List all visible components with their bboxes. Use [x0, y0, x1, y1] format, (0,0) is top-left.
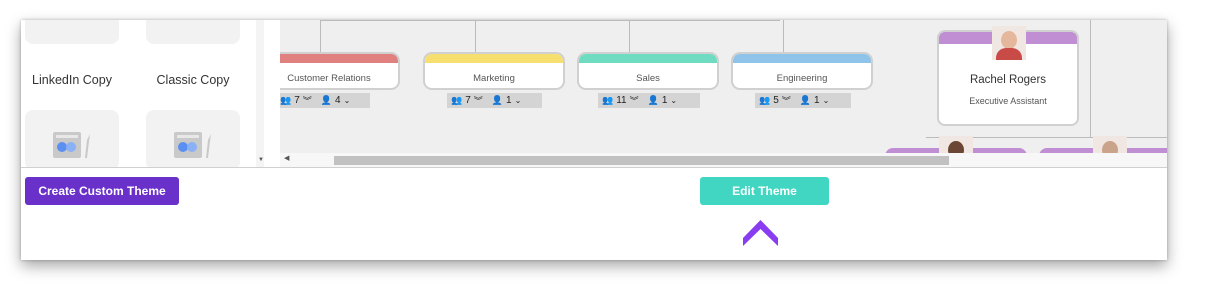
theme-label-linkedin-copy[interactable]: LinkedIn Copy	[21, 73, 127, 87]
dept-color-band	[280, 54, 398, 63]
divider	[21, 167, 1167, 168]
theme-list-scrollbar[interactable]: ▼	[256, 20, 264, 167]
group-icon: 👥	[451, 95, 463, 105]
people-count: 1	[661, 95, 668, 106]
dept-color-band	[579, 54, 717, 63]
dept-color-band	[425, 54, 563, 63]
create-custom-theme-button[interactable]: Create Custom Theme	[25, 177, 179, 205]
chevron-down-icon[interactable]: ⌄	[670, 96, 677, 105]
dept-color-band	[733, 54, 871, 63]
theme-thumb-classic-copy[interactable]	[146, 20, 240, 44]
dept-card-marketing[interactable]: Marketing	[423, 52, 565, 90]
theme-label-classic-copy[interactable]: Classic Copy	[138, 73, 248, 87]
team-count: 7	[294, 95, 300, 106]
dept-stats-marketing: 👥 7 ︾ 👤 1 ⌄	[447, 93, 542, 108]
chart-horizontal-scrollbar[interactable]: ◀	[280, 153, 1167, 167]
person-name: Rachel Rogers	[969, 74, 1047, 86]
double-chevron-down-icon[interactable]: ︾	[630, 94, 639, 107]
team-count: 11	[616, 95, 627, 106]
connector-line	[475, 20, 476, 52]
dept-name: Engineering	[776, 73, 828, 84]
dept-name: Customer Relations	[287, 73, 371, 84]
double-chevron-down-icon[interactable]: ︾	[303, 94, 312, 107]
scroll-down-arrow-icon[interactable]: ▼	[258, 157, 264, 163]
team-count: 7	[465, 95, 471, 106]
double-chevron-down-icon[interactable]: ︾	[474, 94, 483, 107]
dept-stats-customer-relations: 👥 7 ︾ 👤 4 ⌄	[280, 93, 370, 108]
scroll-left-arrow-icon[interactable]: ◀	[284, 154, 289, 162]
connector-line	[1090, 20, 1091, 137]
dept-name: Marketing	[473, 73, 515, 84]
connector-line	[320, 20, 780, 21]
chevron-down-icon[interactable]: ⌄	[344, 96, 351, 105]
dept-card-sales[interactable]: Sales	[577, 52, 719, 90]
people-count: 1	[506, 95, 512, 106]
theme-thumb-3[interactable]	[25, 110, 119, 167]
team-count: 5	[773, 95, 779, 106]
scrollbar-thumb[interactable]	[334, 156, 949, 165]
group-icon: 👥	[602, 95, 614, 105]
person-icon: 👤	[320, 95, 333, 105]
chevron-up-pointer-icon	[743, 220, 778, 246]
chevron-down-icon[interactable]: ⌄	[515, 96, 522, 105]
person-title: Executive Assistant	[969, 96, 1047, 106]
double-chevron-down-icon[interactable]: ︾	[782, 94, 791, 107]
people-count: 4	[335, 95, 341, 106]
person-icon: 👤	[647, 95, 659, 105]
theme-list-panel: LinkedIn Copy Classic Copy ▼	[21, 20, 264, 167]
dept-stats-engineering: 👥 5 ︾ 👤 1 ⌄	[755, 93, 851, 108]
dept-name: Sales	[636, 73, 660, 84]
theme-thumb-linkedin-copy[interactable]	[25, 20, 119, 44]
dept-card-customer-relations[interactable]: Customer Relations	[280, 52, 400, 90]
theme-preview-icon	[174, 132, 211, 158]
person-icon: 👤	[799, 95, 812, 105]
group-icon: 👥	[280, 95, 292, 105]
theme-preview-icon	[53, 132, 90, 158]
dept-stats-sales: 👥 11 ︾ 👤 1 ⌄	[598, 93, 700, 108]
connector-line	[783, 20, 784, 52]
connector-line	[320, 20, 321, 52]
dept-card-engineering[interactable]: Engineering	[731, 52, 873, 90]
chevron-down-icon[interactable]: ⌄	[823, 96, 830, 105]
theme-dialog: LinkedIn Copy Classic Copy ▼ Customer Re…	[21, 20, 1167, 260]
connector-line	[629, 20, 630, 52]
person-card-rachel-rogers[interactable]: Rachel Rogers Executive Assistant	[937, 26, 1079, 126]
edit-theme-button[interactable]: Edit Theme	[700, 177, 829, 205]
avatar	[992, 26, 1026, 60]
theme-thumb-4[interactable]	[146, 110, 240, 167]
people-count: 1	[814, 95, 820, 106]
group-icon: 👥	[759, 95, 771, 105]
org-chart-preview: Customer Relations Marketing Sales Engin…	[280, 20, 1167, 167]
person-icon: 👤	[491, 95, 504, 105]
